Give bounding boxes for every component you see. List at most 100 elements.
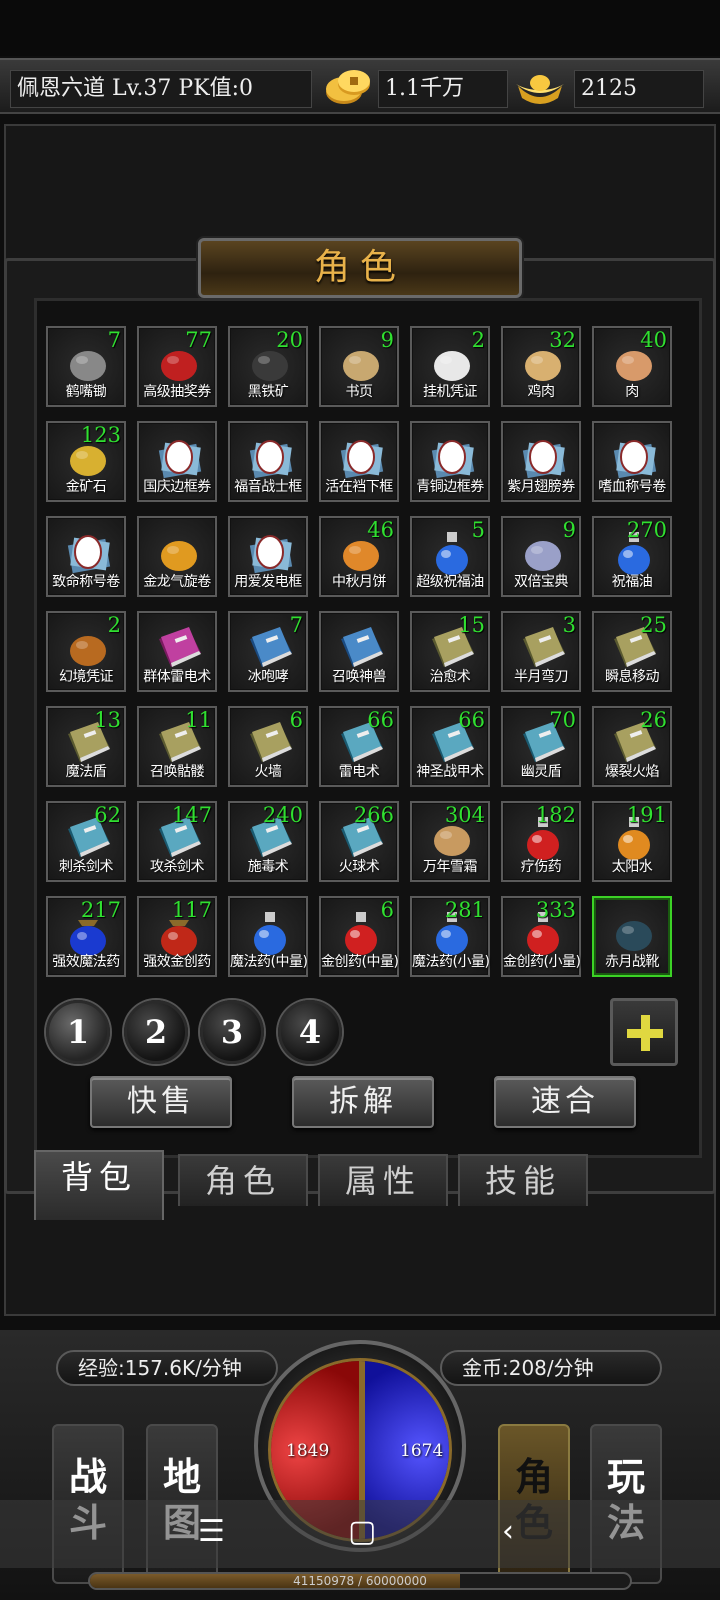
item-name: 致命称号卷 — [52, 574, 120, 590]
inventory-slot[interactable]: 活在裆下框 — [319, 421, 399, 502]
item-count: 40 — [640, 328, 667, 352]
inventory-slot[interactable]: 紫月翅膀券 — [501, 421, 581, 502]
inventory-slot[interactable]: 266 火球术 — [319, 801, 399, 882]
item-name: 高级抽奖券 — [143, 384, 211, 400]
item-name: 紫月翅膀券 — [507, 479, 575, 495]
inventory-slot[interactable]: 国庆边框券 — [137, 421, 217, 502]
inventory-slot[interactable]: 福音战士框 — [228, 421, 308, 502]
inventory-slot[interactable]: 7 鹤嘴锄 — [46, 326, 126, 407]
ingot-amount: 2125 — [574, 70, 704, 108]
item-count: 7 — [289, 613, 303, 637]
xp-text: 41150978 / 60000000 — [293, 1574, 427, 1588]
inventory-slot[interactable]: 魔法药(中量) — [228, 896, 308, 977]
item-count: 70 — [549, 708, 576, 732]
inventory-slot[interactable]: 40 肉 — [592, 326, 672, 407]
item-name: 疗伤药 — [520, 859, 562, 875]
inventory-slot[interactable]: 赤月战靴 — [592, 896, 672, 977]
back-icon[interactable]: ‹ — [502, 1514, 514, 1549]
page-button-1[interactable]: 1 — [46, 1000, 110, 1064]
item-name: 太阳水 — [611, 859, 653, 875]
inventory-slot[interactable]: 6 金创药(中量) — [319, 896, 399, 977]
item-name: 嗜血称号卷 — [598, 479, 666, 495]
inventory-slot[interactable]: 5 超级祝福油 — [410, 516, 490, 597]
inventory-slot[interactable]: 191 太阳水 — [592, 801, 672, 882]
inventory-slot[interactable]: 召唤神兽 — [319, 611, 399, 692]
inventory-slot[interactable]: 7 冰咆哮 — [228, 611, 308, 692]
item-count: 281 — [444, 898, 485, 922]
item-name: 幽灵盾 — [520, 764, 562, 780]
inventory-slot[interactable]: 77 高级抽奖券 — [137, 326, 217, 407]
item-name: 召唤神兽 — [332, 669, 387, 685]
tab-skills[interactable]: 技能 — [458, 1154, 588, 1206]
inventory-slot[interactable]: 281 魔法药(小量) — [410, 896, 490, 977]
item-count: 240 — [262, 803, 303, 827]
tab-attributes[interactable]: 属性 — [318, 1154, 448, 1206]
inventory-slot[interactable]: 304 万年雪霜 — [410, 801, 490, 882]
dismantle-button[interactable]: 拆解 — [292, 1076, 434, 1128]
inventory-slot[interactable]: 333 金创药(小量) — [501, 896, 581, 977]
inventory-slot[interactable]: 70 幽灵盾 — [501, 706, 581, 787]
item-count: 66 — [458, 708, 485, 732]
system-nav-bar: ☰ ▢ ‹ — [0, 1500, 720, 1568]
page-button-3[interactable]: 3 — [200, 1000, 264, 1064]
item-name: 活在裆下框 — [325, 479, 393, 495]
quick-sell-button[interactable]: 快售 — [90, 1076, 232, 1128]
inventory-slot[interactable]: 3 半月弯刀 — [501, 611, 581, 692]
inventory-slot[interactable]: 46 中秋月饼 — [319, 516, 399, 597]
home-icon[interactable]: ▢ — [348, 1514, 376, 1549]
item-name: 祝福油 — [611, 574, 653, 590]
item-name: 爆裂火焰 — [605, 764, 660, 780]
item-name: 青铜边框券 — [416, 479, 484, 495]
inventory-slot[interactable]: 270 祝福油 — [592, 516, 672, 597]
item-count: 9 — [562, 518, 576, 542]
item-count: 6 — [380, 898, 394, 922]
inventory-slot[interactable]: 用爱发电框 — [228, 516, 308, 597]
expand-bag-button[interactable] — [610, 998, 678, 1066]
inventory-slot[interactable]: 123 金矿石 — [46, 421, 126, 502]
menu-icon[interactable]: ☰ — [198, 1514, 225, 1549]
page-button-2[interactable]: 2 — [124, 1000, 188, 1064]
item-count: 304 — [444, 803, 485, 827]
inventory-slot[interactable]: 66 雷电术 — [319, 706, 399, 787]
inventory-slot[interactable]: 20 黑铁矿 — [228, 326, 308, 407]
inventory-slot[interactable]: 182 疗伤药 — [501, 801, 581, 882]
item-name: 神圣战甲术 — [416, 764, 484, 780]
inventory-slot[interactable]: 66 神圣战甲术 — [410, 706, 490, 787]
inventory-slot[interactable]: 240 施毒术 — [228, 801, 308, 882]
inventory-slot[interactable]: 147 攻杀剑术 — [137, 801, 217, 882]
inventory-slot[interactable]: 青铜边框券 — [410, 421, 490, 502]
inventory-slot[interactable]: 25 瞬息移动 — [592, 611, 672, 692]
item-name: 强效魔法药 — [52, 954, 120, 970]
inventory-slot[interactable]: 9 书页 — [319, 326, 399, 407]
inventory-slot[interactable]: 11 召唤骷髅 — [137, 706, 217, 787]
inventory-slot[interactable]: 2 挂机凭证 — [410, 326, 490, 407]
inventory-slot[interactable]: 致命称号卷 — [46, 516, 126, 597]
fast-merge-button[interactable]: 速合 — [494, 1076, 636, 1128]
page-button-4[interactable]: 4 — [278, 1000, 342, 1064]
status-bar — [0, 0, 720, 56]
item-count: 7 — [107, 328, 121, 352]
tab-character[interactable]: 角色 — [178, 1154, 308, 1206]
inventory-slot[interactable]: 62 刺杀剑术 — [46, 801, 126, 882]
panel-title: 角色 — [198, 238, 522, 298]
inventory-slot[interactable]: 117 强效金创药 — [137, 896, 217, 977]
inventory-slot[interactable]: 群体雷电术 — [137, 611, 217, 692]
item-name: 肉 — [625, 384, 639, 400]
inventory-slot[interactable]: 嗜血称号卷 — [592, 421, 672, 502]
inventory-slot[interactable]: 217 强效魔法药 — [46, 896, 126, 977]
inventory-slot[interactable]: 26 爆裂火焰 — [592, 706, 672, 787]
item-name: 鸡肉 — [527, 384, 556, 400]
inventory-slot[interactable]: 15 治愈术 — [410, 611, 490, 692]
gold-coin-icon — [326, 70, 370, 104]
item-name: 召唤骷髅 — [150, 764, 205, 780]
inventory-slot[interactable]: 金龙气旋卷 — [137, 516, 217, 597]
inventory-slot[interactable]: 2 幻境凭证 — [46, 611, 126, 692]
item-name: 魔法盾 — [65, 764, 107, 780]
tab-bag[interactable]: 背包 — [34, 1150, 164, 1220]
inventory-slot[interactable]: 9 双倍宝典 — [501, 516, 581, 597]
item-name: 赤月战靴 — [605, 954, 660, 970]
inventory-slot[interactable]: 13 魔法盾 — [46, 706, 126, 787]
inventory-slot[interactable]: 6 火墙 — [228, 706, 308, 787]
item-name: 群体雷电术 — [143, 669, 211, 685]
inventory-slot[interactable]: 32 鸡肉 — [501, 326, 581, 407]
